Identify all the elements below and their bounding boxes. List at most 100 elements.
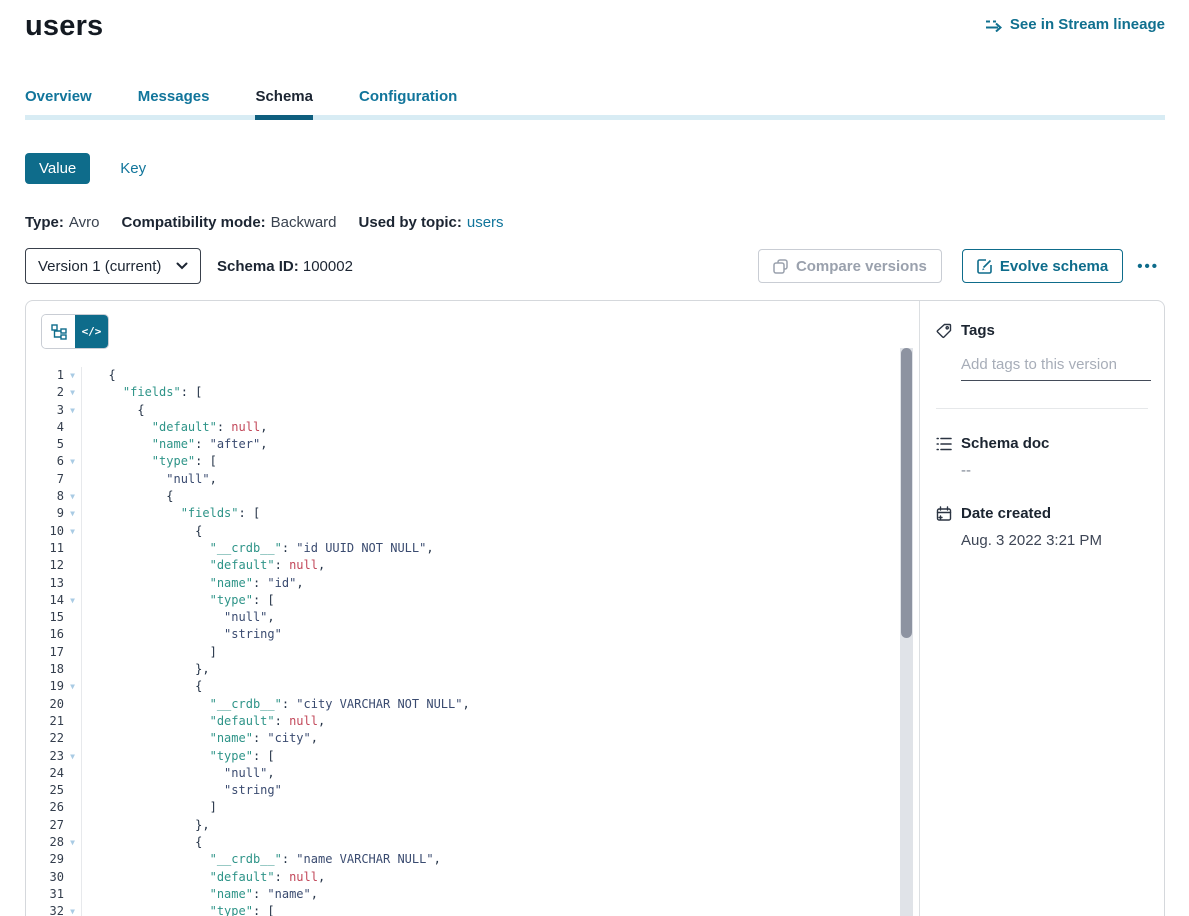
- line-number: 20: [26, 696, 64, 713]
- compare-versions-button[interactable]: Compare versions: [758, 249, 942, 283]
- code-line: 31 "name": "name",: [26, 886, 897, 903]
- schema-panel: </> 1▼ {2▼ "fields": [3▼ {4 "default": n…: [25, 300, 1165, 916]
- date-created-value: Aug. 3 2022 3:21 PM: [961, 532, 1148, 549]
- code-line: 17 ]: [26, 644, 897, 661]
- fold-spacer: [64, 851, 81, 868]
- fold-arrow-icon[interactable]: ▼: [64, 505, 81, 522]
- code-text: {: [81, 834, 897, 851]
- line-number: 25: [26, 782, 64, 799]
- fold-spacer: [64, 696, 81, 713]
- line-number: 21: [26, 713, 64, 730]
- code-line: 1▼ {: [26, 367, 897, 384]
- line-number: 1: [26, 367, 64, 384]
- code-line: 6▼ "type": [: [26, 453, 897, 470]
- line-number: 31: [26, 886, 64, 903]
- code-text: {: [81, 488, 897, 505]
- lineage-link-label: See in Stream lineage: [1010, 16, 1165, 33]
- code-line: 7 "null",: [26, 471, 897, 488]
- code-text: ]: [81, 644, 897, 661]
- key-toggle-button[interactable]: Key: [114, 159, 152, 178]
- code-view-button[interactable]: </>: [75, 315, 108, 348]
- tab-schema[interactable]: Schema: [255, 88, 313, 115]
- code-line: 24 "null",: [26, 765, 897, 782]
- code-text: "name": "city",: [81, 730, 897, 747]
- fold-arrow-icon[interactable]: ▼: [64, 384, 81, 401]
- code-area[interactable]: 1▼ {2▼ "fields": [3▼ {4 "default": null,…: [26, 367, 897, 916]
- code-line: 11 "__crdb__": "id UUID NOT NULL",: [26, 540, 897, 557]
- tree-view-icon: [51, 324, 67, 340]
- code-text: "type": [: [81, 592, 897, 609]
- stream-lineage-icon: [985, 18, 1003, 32]
- more-actions-button[interactable]: •••: [1131, 254, 1165, 279]
- tab-messages[interactable]: Messages: [138, 88, 210, 115]
- editor-scrollbar-thumb[interactable]: [901, 348, 912, 638]
- fold-spacer: [64, 575, 81, 592]
- code-line: 15 "null",: [26, 609, 897, 626]
- fold-arrow-icon[interactable]: ▼: [64, 488, 81, 505]
- fold-spacer: [64, 886, 81, 903]
- fold-arrow-icon[interactable]: ▼: [64, 523, 81, 540]
- see-in-stream-lineage-link[interactable]: See in Stream lineage: [985, 16, 1165, 33]
- line-number: 30: [26, 869, 64, 886]
- code-line: 14▼ "type": [: [26, 592, 897, 609]
- tab-overview[interactable]: Overview: [25, 88, 92, 115]
- code-text: ]: [81, 799, 897, 816]
- tree-view-button[interactable]: [42, 315, 75, 348]
- fold-spacer: [64, 419, 81, 436]
- topic-link[interactable]: users: [467, 214, 504, 231]
- code-text: },: [81, 817, 897, 834]
- line-number: 12: [26, 557, 64, 574]
- chevron-down-icon: [176, 262, 188, 270]
- tab-configuration[interactable]: Configuration: [359, 88, 457, 115]
- fold-spacer: [64, 626, 81, 643]
- schema-doc-section: Schema doc --: [936, 435, 1148, 479]
- tags-title: Tags: [961, 322, 995, 339]
- line-number: 24: [26, 765, 64, 782]
- fold-spacer: [64, 557, 81, 574]
- fold-arrow-icon[interactable]: ▼: [64, 903, 81, 916]
- fold-arrow-icon[interactable]: ▼: [64, 402, 81, 419]
- code-line: 30 "default": null,: [26, 869, 897, 886]
- fold-spacer: [64, 869, 81, 886]
- tab-bar: Overview Messages Schema Configuration: [25, 88, 1165, 120]
- fold-arrow-icon[interactable]: ▼: [64, 592, 81, 609]
- compatibility-meta: Compatibility mode:Backward: [121, 214, 336, 231]
- fold-spacer: [64, 765, 81, 782]
- version-bar: Version 1 (current) Schema ID: 100002 Co…: [25, 248, 1165, 284]
- schema-id: Schema ID: 100002: [217, 258, 353, 275]
- calendar-plus-icon: [936, 506, 952, 522]
- code-text: "fields": [: [81, 384, 897, 401]
- code-text: "null",: [81, 765, 897, 782]
- fold-arrow-icon[interactable]: ▼: [64, 834, 81, 851]
- code-text: "default": null,: [81, 713, 897, 730]
- code-line: 2▼ "fields": [: [26, 384, 897, 401]
- code-text: "name": "name",: [81, 886, 897, 903]
- code-text: "default": null,: [81, 419, 897, 436]
- fold-spacer: [64, 730, 81, 747]
- line-number: 11: [26, 540, 64, 557]
- line-number: 22: [26, 730, 64, 747]
- code-text: "default": null,: [81, 557, 897, 574]
- code-line: 5 "name": "after",: [26, 436, 897, 453]
- fold-arrow-icon[interactable]: ▼: [64, 748, 81, 765]
- code-text: "__crdb__": "name VARCHAR NULL",: [81, 851, 897, 868]
- tag-icon: [936, 323, 952, 339]
- evolve-schema-button[interactable]: Evolve schema: [962, 249, 1123, 283]
- code-line: 21 "default": null,: [26, 713, 897, 730]
- value-toggle-button[interactable]: Value: [25, 153, 90, 184]
- code-text: {: [81, 402, 897, 419]
- fold-arrow-icon[interactable]: ▼: [64, 453, 81, 470]
- editor-scrollbar[interactable]: [900, 348, 913, 916]
- line-number: 14: [26, 592, 64, 609]
- code-line: 4 "default": null,: [26, 419, 897, 436]
- schema-doc-header: Schema doc: [936, 435, 1148, 452]
- fold-arrow-icon[interactable]: ▼: [64, 367, 81, 384]
- fold-arrow-icon[interactable]: ▼: [64, 678, 81, 695]
- code-line: 16 "string": [26, 626, 897, 643]
- code-text: "__crdb__": "id UUID NOT NULL",: [81, 540, 897, 557]
- fold-spacer: [64, 540, 81, 557]
- code-line: 29 "__crdb__": "name VARCHAR NULL",: [26, 851, 897, 868]
- add-tags-input[interactable]: [961, 356, 1151, 381]
- date-created-header: Date created: [936, 505, 1148, 522]
- version-select[interactable]: Version 1 (current): [25, 248, 201, 284]
